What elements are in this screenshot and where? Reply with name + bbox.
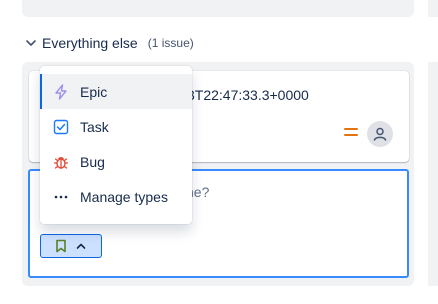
issue-card-title[interactable]: 3T22:47:33.3+0000	[187, 87, 309, 103]
adjacent-column-top	[428, 0, 438, 17]
task-checkbox-icon	[53, 119, 69, 135]
more-dots-icon	[53, 189, 69, 205]
menu-item-label: Manage types	[80, 188, 168, 205]
adjacent-column	[428, 62, 438, 286]
issue-type-selector-button[interactable]	[40, 234, 102, 258]
avatar[interactable]	[367, 121, 393, 147]
issue-type-dropdown: Epic Task Bug Manage types	[40, 66, 192, 224]
bug-icon	[53, 154, 69, 170]
menu-item-task[interactable]: Task	[40, 109, 192, 144]
chevron-up-icon	[76, 243, 86, 249]
user-icon	[373, 127, 387, 141]
priority-medium-icon	[344, 128, 358, 138]
menu-item-label: Bug	[80, 153, 105, 170]
menu-item-label: Epic	[80, 83, 108, 100]
menu-item-bug[interactable]: Bug	[40, 144, 192, 179]
group-header[interactable]: Everything else (1 issue)	[24, 33, 194, 53]
story-bookmark-icon	[56, 239, 66, 253]
menu-item-label: Task	[80, 118, 109, 135]
group-title: Everything else	[42, 35, 138, 51]
previous-group-column	[22, 0, 414, 17]
chevron-down-icon[interactable]	[24, 36, 38, 50]
epic-lightning-icon	[53, 83, 69, 100]
group-issue-count: (1 issue)	[147, 36, 194, 50]
menu-item-epic[interactable]: Epic	[40, 74, 192, 109]
menu-item-manage-types[interactable]: Manage types	[40, 179, 192, 214]
